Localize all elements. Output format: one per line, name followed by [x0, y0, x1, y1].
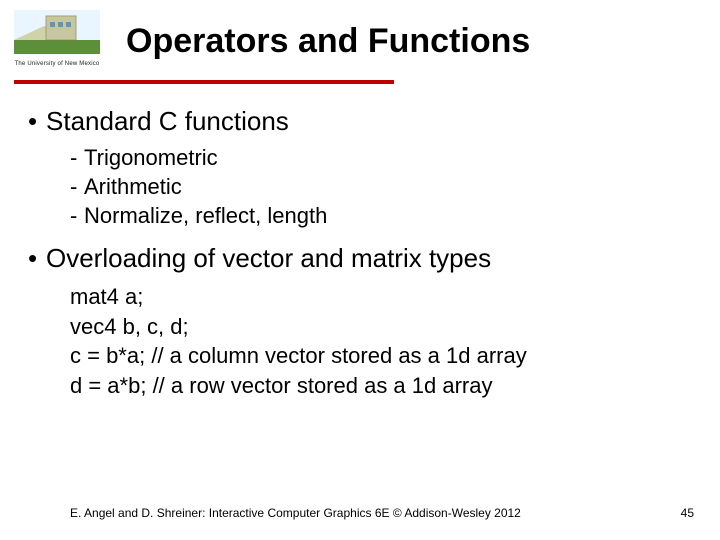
dash-icon: - — [70, 174, 84, 200]
sub-bullet-text: Trigonometric — [84, 145, 218, 171]
code-line: vec4 b, c, d; — [70, 312, 692, 342]
sub-bullet: - Arithmetic — [70, 174, 692, 200]
bullet-text: Overloading of vector and matrix types — [46, 243, 491, 274]
code-line: d = a*b; // a row vector stored as a 1d … — [70, 371, 692, 401]
bullet-standard-c-functions: • Standard C functions — [28, 106, 692, 137]
footer-citation: E. Angel and D. Shreiner: Interactive Co… — [70, 506, 521, 520]
institution-logo: The University of New Mexico — [14, 10, 100, 70]
slide-title: Operators and Functions — [126, 22, 530, 61]
bullet-dot-icon: • — [28, 243, 46, 274]
dash-icon: - — [70, 203, 84, 229]
sub-bullet-text: Normalize, reflect, length — [84, 203, 327, 229]
sub-bullet-list: - Trigonometric - Arithmetic - Normalize… — [70, 145, 692, 229]
code-line: mat4 a; — [70, 282, 692, 312]
logo-caption: The University of New Mexico — [14, 61, 100, 67]
sub-bullet: - Trigonometric — [70, 145, 692, 171]
sub-bullet: - Normalize, reflect, length — [70, 203, 692, 229]
code-line: c = b*a; // a column vector stored as a … — [70, 341, 692, 371]
code-block: mat4 a; vec4 b, c, d; c = b*a; // a colu… — [70, 282, 692, 401]
dash-icon: - — [70, 145, 84, 171]
slide-body: • Standard C functions - Trigonometric -… — [28, 100, 692, 401]
sub-bullet-text: Arithmetic — [84, 174, 182, 200]
bullet-text: Standard C functions — [46, 106, 289, 137]
bullet-dot-icon: • — [28, 106, 46, 137]
bullet-overloading: • Overloading of vector and matrix types — [28, 243, 692, 274]
page-number: 45 — [681, 506, 694, 520]
campus-icon — [14, 10, 100, 54]
slide: The University of New Mexico Operators a… — [0, 0, 720, 540]
title-underline — [14, 80, 394, 84]
